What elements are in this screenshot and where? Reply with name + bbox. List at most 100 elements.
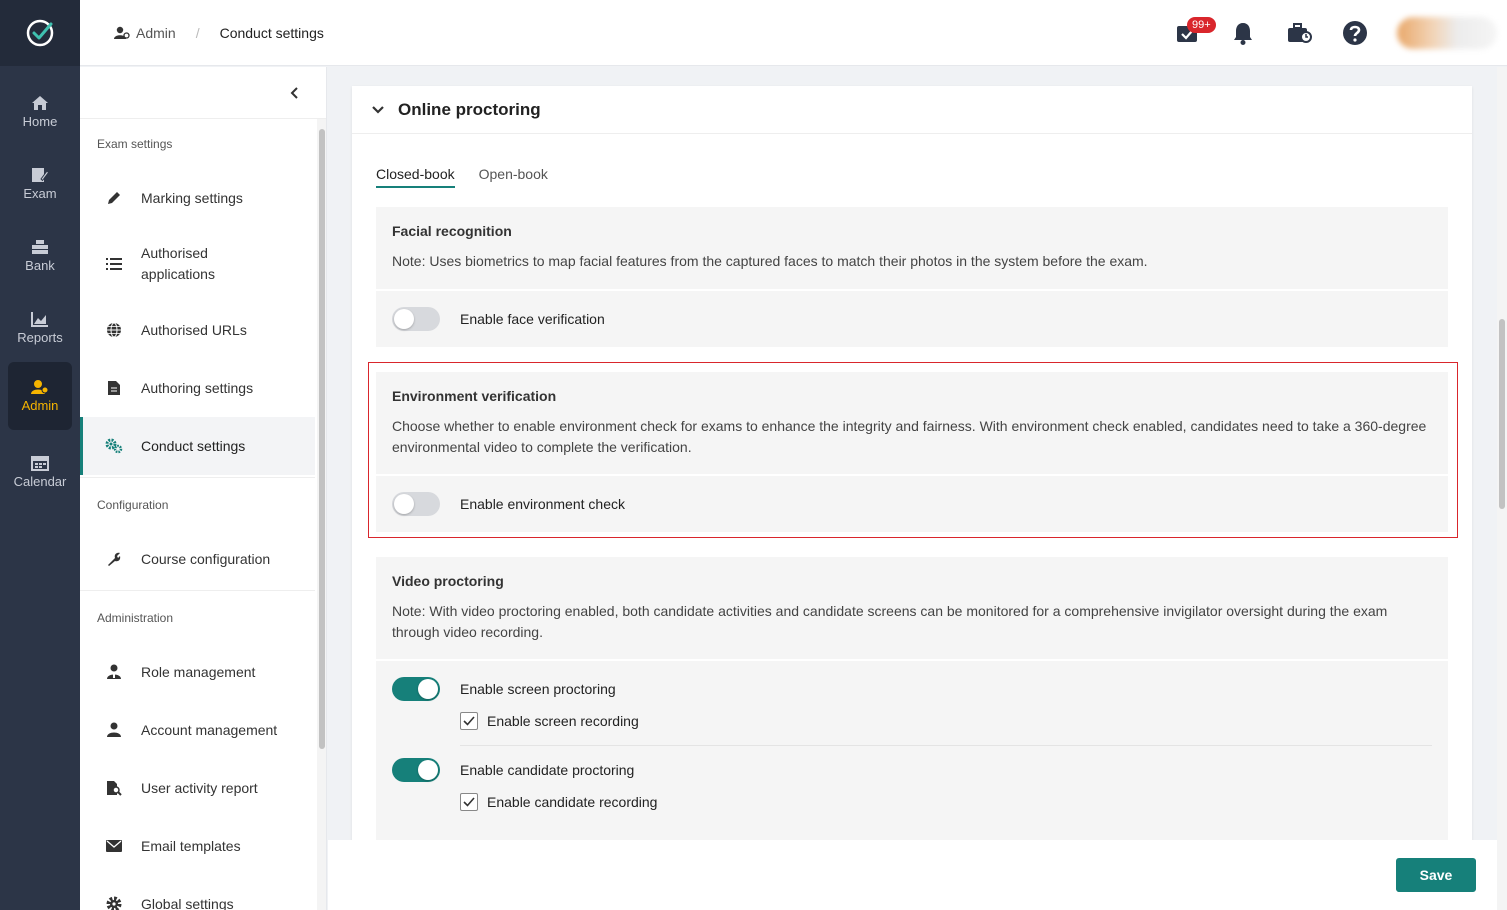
sidebar-item-role-management[interactable]: Role management	[80, 643, 315, 701]
top-bar: Admin / Conduct settings 99+	[80, 0, 1507, 66]
facial-recognition-title: Facial recognition	[392, 223, 512, 239]
sidebar-item-label: Conduct settings	[141, 438, 246, 454]
exam-icon	[32, 168, 49, 182]
sidebar-scrollbar-thumb[interactable]	[319, 129, 325, 749]
admin-user-icon	[114, 26, 130, 39]
sidebar-item-label: User activity report	[141, 780, 258, 796]
candidate-recording-checkbox[interactable]	[460, 793, 478, 811]
sidebar-item-global-settings[interactable]: Global settings	[80, 875, 315, 910]
admin-icon	[31, 380, 49, 394]
sidebar-divider	[80, 477, 315, 478]
rail-item-bank[interactable]: Bank	[8, 222, 72, 290]
video-options-divider	[460, 745, 1432, 746]
sidebar-item-label: Role management	[141, 664, 256, 680]
rail-item-home[interactable]: Home	[8, 78, 72, 146]
rail-label-calendar: Calendar	[13, 474, 67, 489]
sidebar-item-authoring-settings[interactable]: Authoring settings	[80, 359, 315, 417]
sidebar-scrollbar[interactable]	[317, 119, 326, 910]
messages-button[interactable]: 99+	[1159, 0, 1216, 66]
rail-label-reports: Reports	[17, 330, 63, 345]
main-scrollbar[interactable]	[1497, 67, 1507, 910]
candidate-proctoring-toggle[interactable]	[392, 758, 440, 782]
screen-recording-label: Enable screen recording	[487, 713, 639, 729]
chevron-left-icon[interactable]	[290, 86, 300, 99]
sidebar-item-marking-settings[interactable]: Marking settings	[80, 169, 315, 227]
sidebar-item-account-management[interactable]: Account management	[80, 701, 315, 759]
mode-tabs: Closed-book Open-book	[376, 166, 548, 188]
breadcrumb-admin[interactable]: Admin	[114, 25, 176, 41]
help-icon	[1343, 21, 1367, 45]
sidebar-item-course-configuration[interactable]: Course configuration	[80, 530, 315, 588]
sidebar-section-configuration: Configuration	[97, 498, 169, 512]
tab-closed-book[interactable]: Closed-book	[376, 166, 455, 188]
chevron-down-icon[interactable]	[372, 105, 384, 114]
sidebar-collapse-bar	[80, 67, 326, 119]
main-nav-rail: Home Exam Bank Reports Admin Calendar	[0, 0, 80, 910]
candidate-proctoring-row: Enable candidate proctoring	[376, 755, 1448, 785]
sidebar-section-exam-settings: Exam settings	[97, 137, 173, 151]
rail-item-admin[interactable]: Admin	[8, 362, 72, 430]
face-verification-toggle[interactable]	[392, 307, 440, 331]
candidate-proctoring-label: Enable candidate proctoring	[460, 762, 635, 778]
breadcrumb-current: Conduct settings	[219, 24, 324, 41]
wrench-icon	[108, 552, 121, 566]
sidebar-item-user-activity-report[interactable]: User activity report	[80, 759, 315, 817]
online-proctoring-header[interactable]: Online proctoring	[352, 86, 1472, 134]
sidebar-item-authorised-applications[interactable]: Authorised applications	[80, 227, 315, 301]
bell-icon	[1234, 23, 1252, 45]
rail-label-bank: Bank	[25, 258, 55, 273]
sidebar-item-conduct-settings[interactable]: Conduct settings	[80, 417, 315, 475]
sidebar-item-label: Global settings	[141, 896, 234, 910]
sidebar-item-authorised-urls[interactable]: Authorised URLs	[80, 301, 315, 359]
user-avatar[interactable]	[1397, 17, 1497, 49]
sidebar-item-email-templates[interactable]: Email templates	[80, 817, 315, 875]
footer-bar: Save	[328, 840, 1497, 910]
user-icon	[107, 722, 121, 737]
rail-label-home: Home	[22, 114, 58, 129]
sidebar-divider	[80, 590, 315, 591]
face-verification-label: Enable face verification	[460, 311, 605, 327]
checkmark-icon	[463, 716, 475, 726]
envelope-icon	[106, 840, 122, 852]
screen-proctoring-toggle[interactable]	[392, 677, 440, 701]
reports-icon	[31, 312, 48, 327]
main-content: Online proctoring Closed-book Open-book …	[328, 67, 1497, 840]
tab-open-book[interactable]: Open-book	[479, 166, 548, 188]
home-icon	[32, 96, 48, 110]
sidebar-item-label: Authoring settings	[141, 380, 254, 396]
breadcrumb: Admin / Conduct settings	[114, 25, 324, 41]
app-logo[interactable]	[0, 0, 80, 66]
save-button[interactable]: Save	[1396, 858, 1476, 892]
face-verification-row: Enable face verification	[376, 291, 1448, 347]
settings-sidebar: Exam settings Marking settings Authorise…	[80, 67, 327, 910]
checkmark-icon	[463, 797, 475, 807]
document-icon	[108, 381, 120, 395]
role-icon	[107, 664, 121, 679]
tasks-button[interactable]	[1271, 0, 1327, 66]
facial-recognition-panel: Facial recognition Note: Uses biometrics…	[376, 207, 1448, 289]
video-proctoring-panel: Video proctoring Note: With video procto…	[376, 557, 1448, 659]
briefcase-clock-icon	[1288, 23, 1312, 43]
header-actions: 99+	[1159, 0, 1507, 66]
screen-proctoring-row: Enable screen proctoring	[376, 674, 1448, 704]
calendar-icon	[31, 456, 49, 471]
rail-item-calendar[interactable]: Calendar	[8, 438, 72, 506]
pencil-icon	[108, 192, 120, 204]
main-scrollbar-thumb[interactable]	[1499, 319, 1505, 509]
globe-icon	[107, 322, 121, 338]
rail-item-exam[interactable]: Exam	[8, 150, 72, 218]
gear-icon	[106, 896, 122, 910]
notifications-button[interactable]	[1215, 0, 1271, 66]
rail-label-admin: Admin	[21, 398, 59, 413]
sidebar-item-label: Account management	[141, 722, 278, 738]
environment-verification-highlight	[368, 362, 1458, 538]
breadcrumb-admin-label: Admin	[136, 24, 176, 41]
help-button[interactable]	[1327, 0, 1383, 66]
rail-label-exam: Exam	[23, 186, 57, 201]
video-proctoring-note: Note: With video proctoring enabled, bot…	[392, 603, 1388, 640]
report-search-icon	[107, 781, 122, 796]
screen-recording-checkbox[interactable]	[460, 712, 478, 730]
sidebar-item-label: Email templates	[141, 838, 241, 854]
rail-item-reports[interactable]: Reports	[8, 294, 72, 362]
breadcrumb-separator: /	[195, 24, 200, 41]
